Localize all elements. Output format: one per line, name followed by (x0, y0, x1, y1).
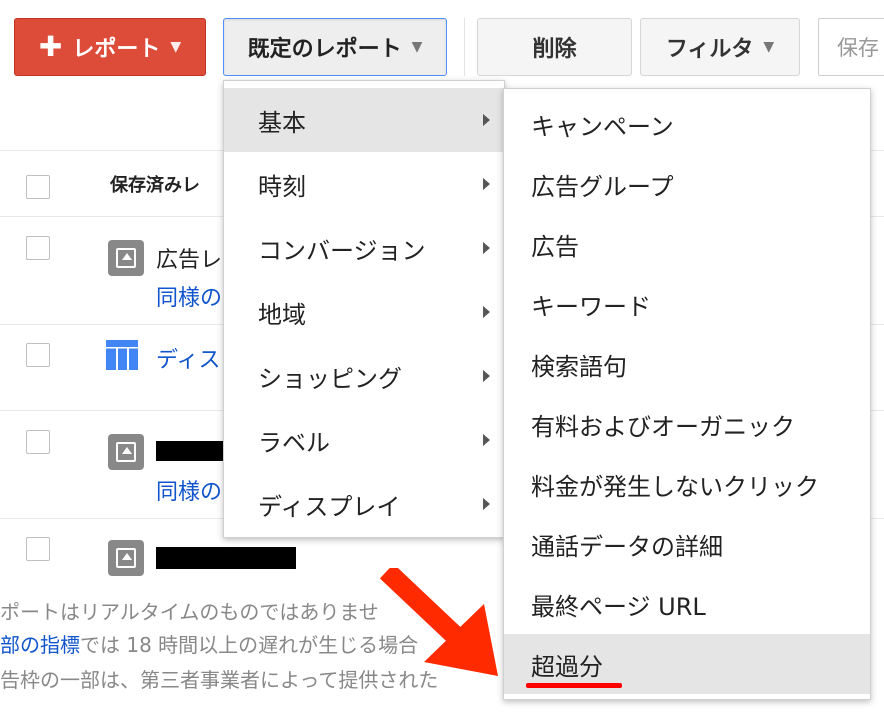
delete-button[interactable]: 削除 (477, 18, 632, 76)
menu-item-label: 基本 (258, 108, 306, 137)
save-placeholder: 保存 (837, 36, 879, 60)
submenu-item-ads[interactable]: 広告 (504, 214, 870, 274)
submenu-item-campaigns[interactable]: キャンペーン (504, 94, 870, 154)
menu-item-label: ディスプレイ (258, 492, 401, 521)
menu-item-label: コンバージョン (258, 236, 426, 265)
report-icon (108, 434, 144, 470)
report-icon (108, 540, 144, 576)
filter-label: フィルタ (665, 37, 754, 62)
menu-item-label: ショッピング (258, 364, 402, 393)
filter-button[interactable]: フィルタ ▼ (640, 18, 800, 76)
menu-item-shopping[interactable]: ショッピング (224, 344, 504, 408)
table-row-title[interactable]: 広告レ (156, 242, 222, 274)
default-reports-button[interactable]: 既定のレポート ▼ (223, 18, 447, 76)
report-category-menu: 基本 時刻 コンバージョン 地域 ショッピング ラベル ディスプレイ (223, 80, 505, 538)
submenu-item-search-terms[interactable]: 検索語句 (504, 334, 870, 394)
menu-item-labels[interactable]: ラベル (224, 408, 504, 472)
plus-icon: ✚ (38, 30, 63, 63)
chevron-right-icon (483, 114, 490, 126)
menu-item-label: 時刻 (258, 172, 306, 201)
chevron-down-icon: ▼ (411, 39, 423, 55)
delete-label: 削除 (532, 37, 577, 62)
annotation-underline (526, 683, 622, 688)
some-metrics-link[interactable]: 部の指標 (0, 633, 80, 657)
submenu-item-call-details[interactable]: 通話データの詳細 (504, 514, 870, 574)
new-report-button[interactable]: ✚ レポート ▼ (14, 18, 206, 76)
chevron-right-icon (483, 434, 490, 446)
menu-item-label: 地域 (258, 300, 306, 329)
menu-item-conversions[interactable]: コンバージョン (224, 216, 504, 280)
annotation-arrow-icon (380, 568, 498, 676)
footer-note-realtime: ポートはリアルタイムのものではありませ (0, 600, 379, 624)
redacted-title (156, 547, 296, 569)
chevron-right-icon (483, 306, 490, 318)
row-checkbox[interactable] (26, 537, 50, 561)
footer-note-delay: 部の指標では 18 時間以上の遅れが生じる場合 (0, 629, 418, 658)
menu-item-basic[interactable]: 基本 (224, 88, 504, 152)
menu-item-display[interactable]: ディスプレイ (224, 472, 504, 536)
submenu-item-final-url[interactable]: 最終ページ URL (504, 574, 870, 634)
table-report-icon (106, 340, 138, 370)
chevron-right-icon (483, 242, 490, 254)
select-all-checkbox[interactable] (26, 175, 50, 199)
save-search-input[interactable]: 保存 (818, 18, 884, 76)
submenu-item-paid-organic[interactable]: 有料およびオーガニック (504, 394, 870, 454)
table-row-title[interactable]: ディス (156, 342, 220, 374)
chevron-right-icon (483, 370, 490, 382)
submenu-item-ad-groups[interactable]: 広告グループ (504, 154, 870, 214)
menu-item-label: ラベル (258, 428, 330, 457)
footer-note-delay-text: では 18 時間以上の遅れが生じる場合 (80, 633, 419, 657)
row-checkbox[interactable] (26, 343, 50, 367)
redacted-title (156, 441, 226, 461)
chevron-down-icon: ▼ (170, 39, 182, 55)
column-header-saved-reports: 保存済みレ (110, 175, 200, 196)
similar-reports-link[interactable]: 同様の (156, 280, 222, 312)
chevron-right-icon (483, 178, 490, 190)
basic-reports-submenu: キャンペーン 広告グループ 広告 キーワード 検索語句 有料およびオーガニック … (503, 88, 871, 700)
menu-item-region[interactable]: 地域 (224, 280, 504, 344)
menu-item-time[interactable]: 時刻 (224, 152, 504, 216)
chevron-down-icon: ▼ (763, 39, 775, 55)
submenu-item-free-clicks[interactable]: 料金が発生しないクリック (504, 454, 870, 514)
row-checkbox[interactable] (26, 236, 50, 260)
submenu-item-keywords[interactable]: キーワード (504, 274, 870, 334)
new-report-label: レポート (72, 37, 161, 62)
toolbar-divider (464, 18, 465, 76)
default-reports-label: 既定のレポート (247, 37, 402, 62)
similar-reports-link[interactable]: 同様の (156, 474, 222, 506)
footer-note-third-party: 告枠の一部は、第三者事業者によって提供された (0, 668, 439, 692)
chevron-right-icon (483, 498, 490, 510)
report-icon (108, 240, 144, 276)
row-checkbox[interactable] (26, 430, 50, 454)
